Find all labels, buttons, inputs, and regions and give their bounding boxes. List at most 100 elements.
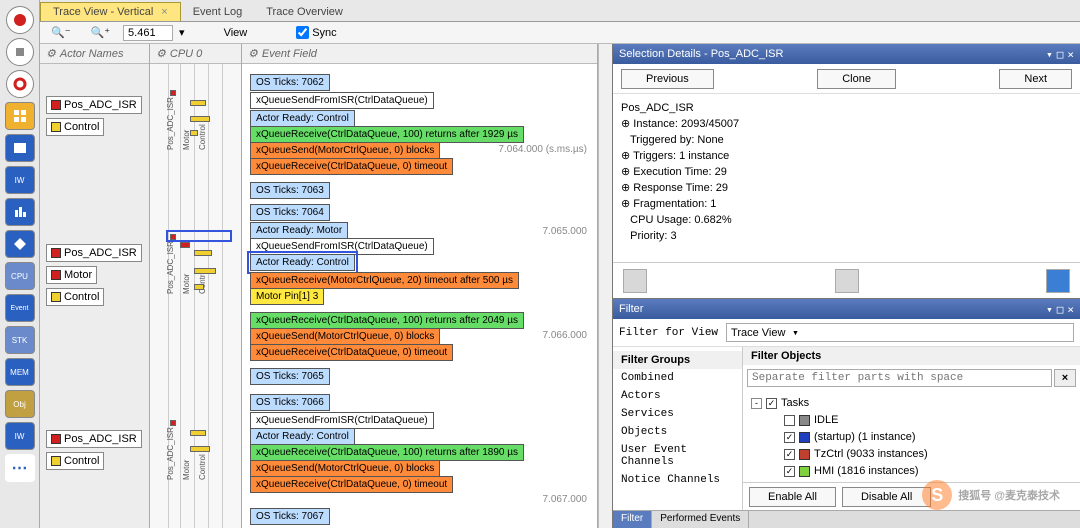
event-tag[interactable]: xQueueSendFromISR(CtrlDataQueue) xyxy=(250,92,434,109)
execution-block[interactable] xyxy=(170,90,176,96)
filter-tree-row[interactable]: ✓(startup) (1 instance) xyxy=(751,429,1072,446)
gear-icon[interactable]: ⚙ xyxy=(248,47,258,60)
clear-search-button[interactable]: × xyxy=(1054,369,1076,387)
stop-icon[interactable] xyxy=(6,38,34,66)
filter-group-item[interactable]: Services xyxy=(613,405,742,423)
tab-event-log[interactable]: Event Log xyxy=(181,3,255,21)
event-tag[interactable]: OS Ticks: 7065 xyxy=(250,368,330,385)
checkbox[interactable]: ✓ xyxy=(784,432,795,443)
tool-instance-icon[interactable]: IW xyxy=(5,166,35,194)
event-tag[interactable]: Actor Ready: Control xyxy=(250,254,355,271)
filter-group-item[interactable]: Combined xyxy=(613,369,742,387)
actor-tag[interactable]: Motor xyxy=(46,266,97,284)
event-tag[interactable]: xQueueReceive(CtrlDataQueue, 0) timeout xyxy=(250,476,453,493)
actor-tag[interactable]: Control xyxy=(46,288,104,306)
event-tag[interactable]: Actor Ready: Control xyxy=(250,110,355,127)
pin-icon[interactable]: ▾ xyxy=(1046,48,1053,61)
close-icon[interactable]: × xyxy=(1067,48,1074,61)
event-tag[interactable]: xQueueSendFromISR(CtrlDataQueue) xyxy=(250,412,434,429)
event-tag[interactable]: xQueueReceive(CtrlDataQueue, 0) timeout xyxy=(250,158,453,175)
tree-row[interactable]: Pos_ADC_ISR xyxy=(621,100,1072,116)
pin-icon[interactable]: ▾ xyxy=(1046,303,1053,316)
event-tag[interactable]: OS Ticks: 7062 xyxy=(250,74,330,91)
actor-tag[interactable]: Control xyxy=(46,452,104,470)
event-tag[interactable]: Actor Ready: Motor xyxy=(250,222,348,239)
zoom-out-icon[interactable]: 🔍⁻ xyxy=(44,23,78,42)
enable-all-button[interactable]: Enable All xyxy=(749,487,836,507)
tab-filter[interactable]: Filter xyxy=(613,511,652,528)
event-tag[interactable]: Motor Pin[1] 3 xyxy=(250,288,324,305)
chart-view-icon[interactable] xyxy=(1046,269,1070,293)
tool-user-icon[interactable]: IW xyxy=(5,422,35,450)
filter-group-item[interactable]: Objects xyxy=(613,423,742,441)
filter-view-select[interactable]: Trace View ▾ xyxy=(726,323,1074,342)
tree-row[interactable]: ⊕ Response Time: 29 xyxy=(621,180,1072,196)
tree-row[interactable]: ⊕ Triggers: 1 instance xyxy=(621,148,1072,164)
tree-row[interactable]: Priority: 3 xyxy=(621,228,1072,244)
execution-block[interactable] xyxy=(194,268,216,274)
previous-button[interactable]: Previous xyxy=(621,69,714,89)
event-tag[interactable]: xQueueReceive(CtrlDataQueue, 100) return… xyxy=(250,312,524,329)
sync-checkbox[interactable]: Sync xyxy=(296,26,336,39)
tool-mem-icon[interactable]: MEM xyxy=(5,358,35,386)
execution-block[interactable] xyxy=(190,430,206,436)
event-tag[interactable]: OS Ticks: 7067 xyxy=(250,508,330,525)
actor-tag[interactable]: Pos_ADC_ISR xyxy=(46,96,142,114)
clone-button[interactable]: Clone xyxy=(817,69,896,89)
scrollbar-vertical[interactable] xyxy=(598,44,612,528)
record-icon[interactable] xyxy=(6,6,34,34)
event-tag[interactable]: xQueueReceive(MotorCtrlQueue, 20) timeou… xyxy=(250,272,519,289)
tool-events-icon[interactable]: Event xyxy=(5,294,35,322)
tree-row[interactable]: ⊕ Execution Time: 29 xyxy=(621,164,1072,180)
view-menu[interactable]: View xyxy=(217,24,255,42)
gear-icon[interactable]: ⚙ xyxy=(156,47,166,60)
filter-group-item[interactable]: User Event Channels xyxy=(613,441,742,471)
event-tag[interactable]: Actor Ready: Control xyxy=(250,428,355,445)
selection-tree[interactable]: Pos_ADC_ISR⊕ Instance: 2093/45007 Trigge… xyxy=(613,94,1080,262)
tool-nav-icon[interactable] xyxy=(5,230,35,258)
event-tag[interactable]: xQueueSend(MotorCtrlQueue, 0) blocks xyxy=(250,142,440,159)
tree-row[interactable]: ⊕ Instance: 2093/45007 xyxy=(621,116,1072,132)
zoom-value[interactable]: 5.461 xyxy=(123,25,173,41)
actor-tag[interactable]: Pos_ADC_ISR xyxy=(46,244,142,262)
zoom-dropdown-icon[interactable]: ▾ xyxy=(179,26,185,39)
filter-tree-row[interactable]: ✓TzCtrl (9033 instances) xyxy=(751,446,1072,463)
event-tag[interactable]: OS Ticks: 7063 xyxy=(250,182,330,199)
snapshot-icon[interactable] xyxy=(6,70,34,98)
filter-group-item[interactable]: Actors xyxy=(613,387,742,405)
tool-obj-icon[interactable]: Obj xyxy=(5,390,35,418)
cpu-timeline[interactable]: Pos_ADC_ISRMotorControlPos_ADC_ISRMotorC… xyxy=(150,64,241,528)
execution-block[interactable] xyxy=(190,446,210,452)
execution-block[interactable] xyxy=(190,100,206,106)
zoom-in-icon[interactable]: 🔍⁺ xyxy=(84,23,118,42)
tool-cpu2-icon[interactable]: CPU xyxy=(5,262,35,290)
tool-grid-icon[interactable] xyxy=(5,102,35,130)
filter-tree-row[interactable]: IDLE xyxy=(751,412,1072,429)
event-timeline[interactable]: OS Ticks: 7062xQueueSendFromISR(CtrlData… xyxy=(242,64,597,528)
event-tag[interactable]: xQueueReceive(CtrlDataQueue, 100) return… xyxy=(250,126,524,143)
tab-trace-overview[interactable]: Trace Overview xyxy=(254,3,355,21)
disable-all-button[interactable]: Disable All xyxy=(842,487,931,507)
execution-block[interactable] xyxy=(190,116,210,122)
close-icon[interactable]: × xyxy=(1067,303,1074,316)
filter-search-input[interactable] xyxy=(747,369,1052,387)
checkbox[interactable]: ✓ xyxy=(784,449,795,460)
next-button[interactable]: Next xyxy=(999,69,1072,89)
execution-block[interactable] xyxy=(194,250,212,256)
tool-stack-icon[interactable]: STK xyxy=(5,326,35,354)
execution-block[interactable] xyxy=(194,284,204,290)
execution-block[interactable] xyxy=(170,420,176,426)
minimize-icon[interactable]: □ xyxy=(1057,303,1064,316)
gear-icon[interactable]: ⚙ xyxy=(46,47,56,60)
tree-row[interactable]: ⊕ Fragmentation: 1 xyxy=(621,196,1072,212)
event-tag[interactable]: OS Ticks: 7064 xyxy=(250,204,330,221)
event-tag[interactable]: xQueueSend(MotorCtrlQueue, 0) blocks xyxy=(250,328,440,345)
tree-expander-icon[interactable]: - xyxy=(751,398,762,409)
tool-cpu-icon[interactable] xyxy=(5,198,35,226)
actor-tag[interactable]: Pos_ADC_ISR xyxy=(46,430,142,448)
event-tag[interactable]: OS Ticks: 7066 xyxy=(250,394,330,411)
stack-view-icon[interactable] xyxy=(835,269,859,293)
tree-row[interactable]: CPU Usage: 0.682% xyxy=(621,212,1072,228)
tab-performed-events[interactable]: Performed Events xyxy=(652,511,749,528)
event-tag[interactable]: xQueueReceive(CtrlDataQueue, 0) timeout xyxy=(250,344,453,361)
